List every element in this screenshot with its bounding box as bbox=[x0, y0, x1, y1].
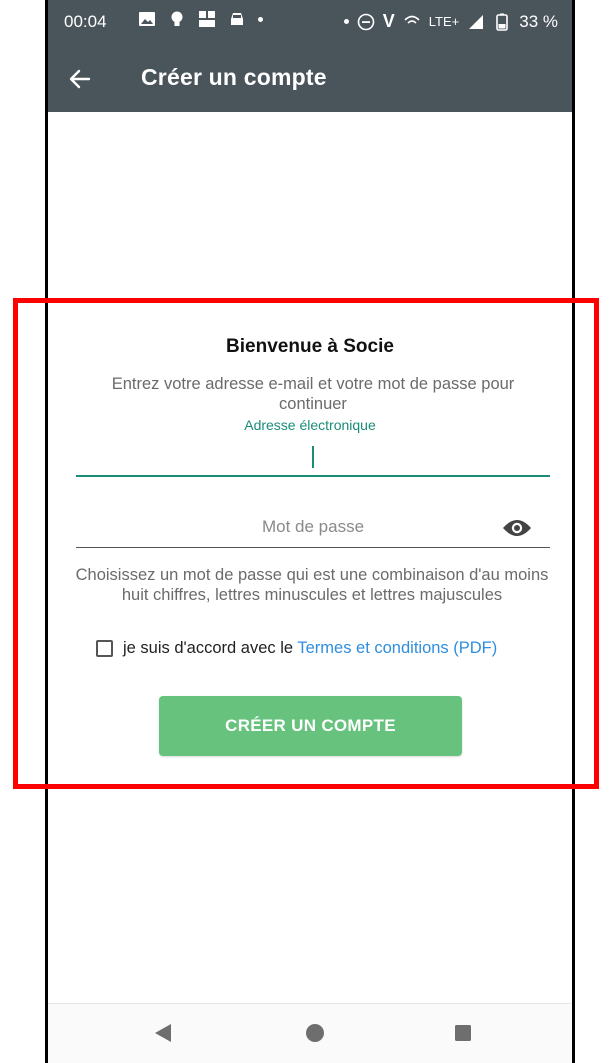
email-field-label: Adresse électronique bbox=[244, 417, 376, 433]
network-type: LTE+ bbox=[428, 14, 460, 29]
system-nav-bar bbox=[48, 1003, 572, 1063]
eye-icon bbox=[503, 520, 531, 536]
status-system-icons: V LTE+ 33 % bbox=[343, 11, 558, 32]
status-notification-icons bbox=[138, 10, 263, 28]
terms-row: je suis d'accord avec le Termes et condi… bbox=[96, 639, 497, 658]
arrow-left-icon bbox=[69, 69, 91, 89]
terms-text: je suis d'accord avec le bbox=[123, 639, 298, 657]
create-account-button[interactable]: CRÉER UN COMPTE bbox=[159, 696, 462, 756]
more-notifications-dot-icon bbox=[258, 16, 263, 22]
circle-home-icon[interactable] bbox=[304, 1022, 326, 1044]
image-icon bbox=[139, 12, 155, 26]
toggle-password-visibility-button[interactable] bbox=[500, 515, 534, 541]
do-not-disturb-icon bbox=[357, 13, 375, 30]
square-recents-icon[interactable] bbox=[453, 1022, 473, 1044]
status-time: 00:04 bbox=[64, 12, 107, 31]
status-bar: 00:04 V LTE+ 33 % bbox=[48, 0, 572, 46]
phone-screen: 00:04 V LTE+ 33 % Créer un compte Bienve… bbox=[45, 0, 575, 1063]
text-cursor bbox=[312, 446, 314, 468]
back-button[interactable] bbox=[64, 63, 96, 95]
car-icon bbox=[231, 13, 243, 25]
dot-icon bbox=[343, 19, 349, 24]
triangle-back-icon[interactable] bbox=[153, 1022, 173, 1044]
form-subtitle: Entrez votre adresse e-mail et votre mot… bbox=[111, 375, 515, 413]
stop-covid-icon bbox=[199, 11, 215, 27]
app-bar: Créer un compte bbox=[48, 46, 572, 112]
wifi-calling-icon bbox=[404, 15, 420, 24]
lightbulb-icon bbox=[171, 11, 183, 26]
password-field[interactable] bbox=[76, 507, 550, 548]
page-title: Créer un compte bbox=[141, 64, 327, 90]
password-hint: Choisissez un mot de passe qui est une c… bbox=[75, 566, 549, 604]
signal-icon bbox=[469, 14, 484, 29]
battery-percent: 33 % bbox=[519, 11, 558, 31]
terms-checkbox[interactable] bbox=[96, 640, 113, 657]
battery-icon bbox=[496, 13, 509, 31]
volte-label: V bbox=[382, 11, 395, 31]
terms-link[interactable]: Termes et conditions (PDF) bbox=[297, 639, 497, 657]
welcome-heading: Bienvenue à Socie bbox=[226, 336, 394, 357]
